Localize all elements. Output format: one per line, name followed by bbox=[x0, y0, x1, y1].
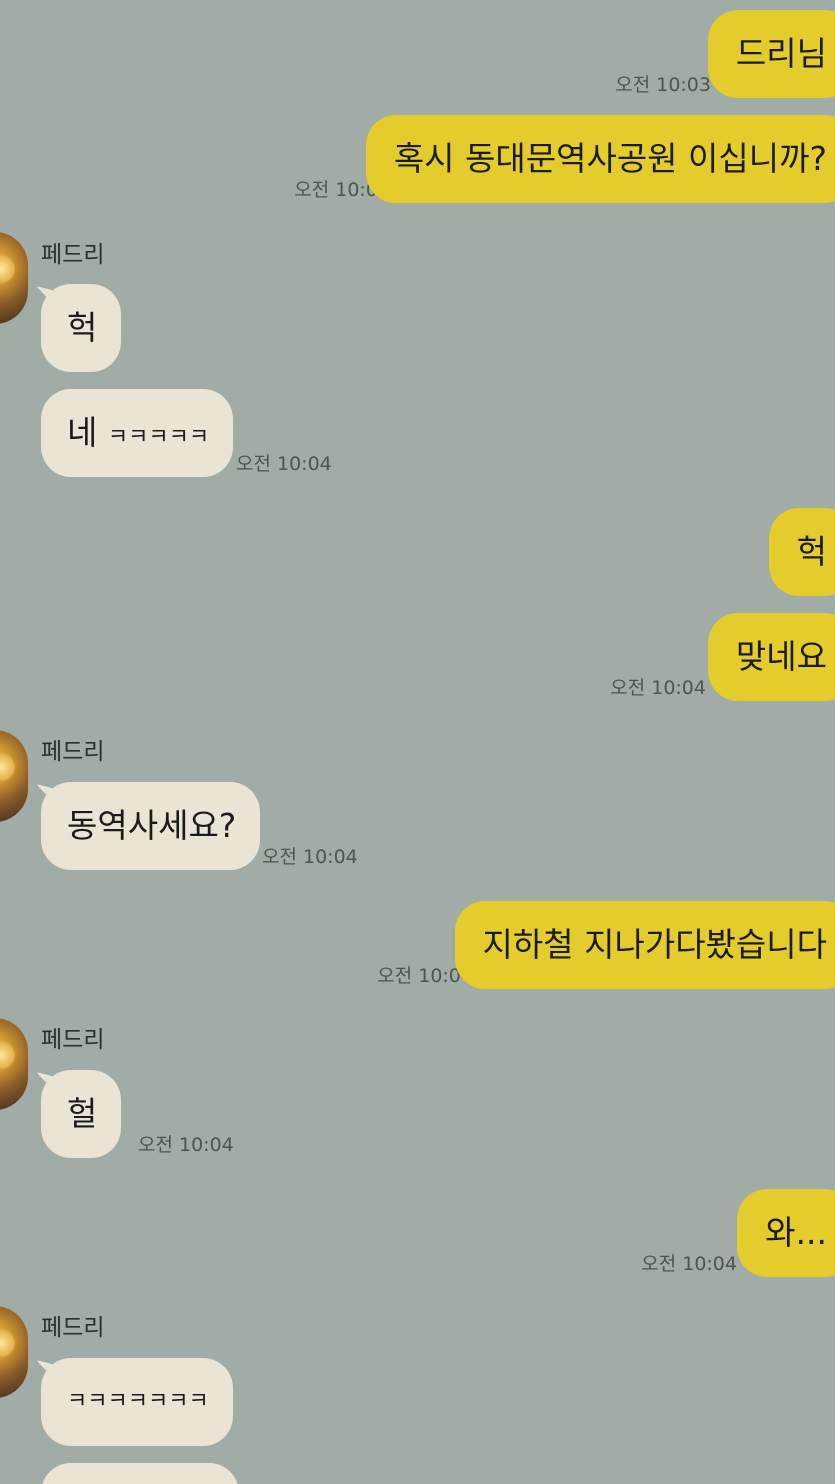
message-time: 오전 10:04 bbox=[641, 1253, 737, 1275]
outgoing-message-bubble[interactable]: 혹시 동대문역사공원 이십니까? bbox=[365, 115, 835, 203]
sender-name: 페드리 bbox=[41, 739, 105, 765]
message-text-small: ㅋㅋㅋㅋㅋ bbox=[107, 425, 210, 450]
sender-name: 페드리 bbox=[41, 1315, 105, 1341]
outgoing-message-bubble[interactable]: 헉 bbox=[768, 508, 835, 596]
sender-name: 페드리 bbox=[41, 242, 105, 268]
incoming-message-bubble[interactable]: 헉 bbox=[41, 284, 122, 372]
message-time: 오전 10:03 bbox=[615, 74, 711, 96]
outgoing-message-bubble[interactable]: 맞네요 bbox=[707, 613, 835, 701]
message-time: 오전 10:04 bbox=[236, 453, 332, 475]
contact-avatar[interactable] bbox=[0, 730, 28, 822]
incoming-message-bubble[interactable]: 헐 bbox=[41, 1070, 122, 1158]
contact-avatar[interactable] bbox=[0, 1018, 28, 1110]
incoming-message-bubble[interactable]: ㅋㅋㅋㅋㅋㅋㅋ bbox=[41, 1358, 233, 1446]
contact-avatar[interactable] bbox=[0, 1306, 28, 1398]
chat-area[interactable]: 오전 10:03 드리님 오전 10:04 혹시 동대문역사공원 이십니까? 페… bbox=[0, 0, 835, 1484]
incoming-message-bubble[interactable]: 동역사세요? bbox=[41, 782, 261, 870]
incoming-message-bubble[interactable] bbox=[41, 1463, 239, 1484]
message-time: 오전 10:04 bbox=[610, 677, 706, 699]
incoming-message-bubble[interactable]: 네 ㅋㅋㅋㅋㅋ bbox=[41, 389, 234, 477]
contact-avatar[interactable] bbox=[0, 232, 28, 324]
message-time: 오전 10:04 bbox=[138, 1134, 234, 1156]
message-text: 네 bbox=[67, 413, 108, 452]
outgoing-message-bubble[interactable]: 드리님 bbox=[707, 10, 835, 98]
outgoing-message-bubble[interactable]: 와... bbox=[737, 1189, 835, 1277]
sender-name: 페드리 bbox=[41, 1027, 105, 1053]
message-time: 오전 10:04 bbox=[262, 846, 358, 868]
outgoing-message-bubble[interactable]: 지하철 지나가다봤습니다 bbox=[454, 901, 835, 989]
